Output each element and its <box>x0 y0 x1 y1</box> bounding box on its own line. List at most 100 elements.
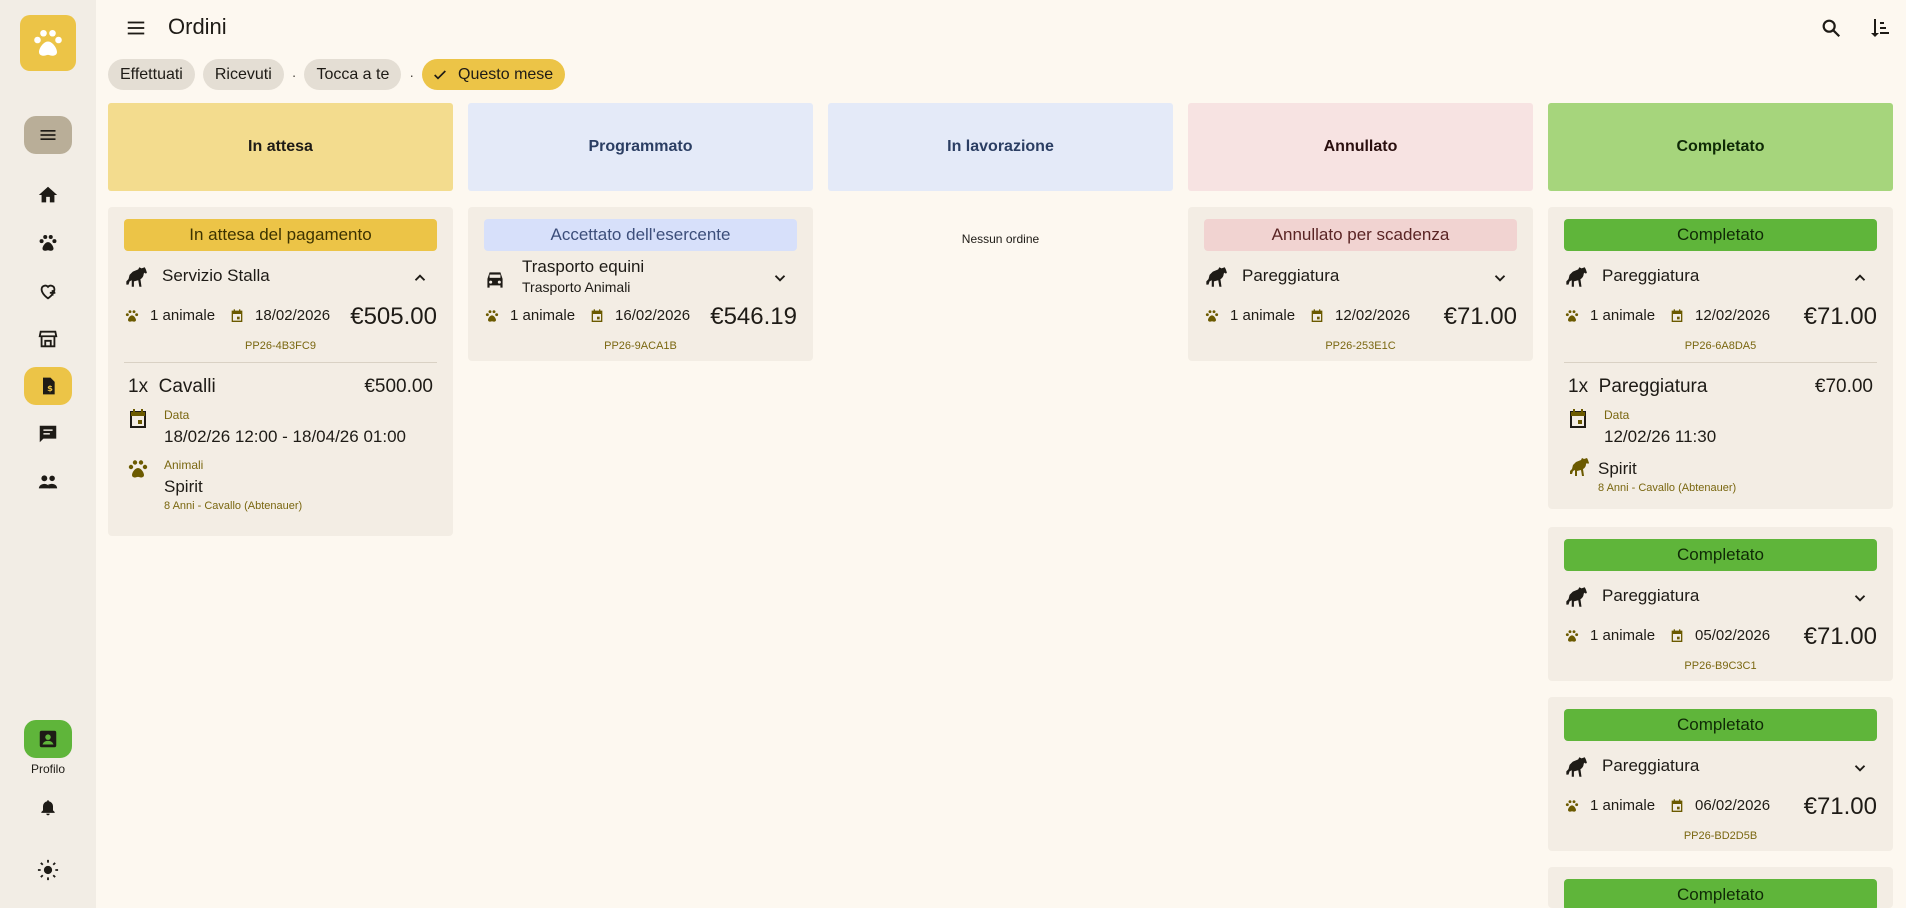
notifications-button[interactable] <box>24 788 72 826</box>
order-card[interactable]: Completato <box>1548 867 1893 908</box>
menu-icon <box>40 130 56 140</box>
healing-icon <box>40 284 56 300</box>
order-code: PP26-6A8DA5 <box>1684 340 1757 352</box>
calendar-icon <box>126 407 150 431</box>
horse-icon <box>1566 455 1590 479</box>
paw-icon <box>484 308 500 324</box>
search-button[interactable] <box>1817 14 1845 42</box>
paw-icon <box>1564 798 1580 814</box>
navigation-rail: $ Profilo <box>0 0 96 908</box>
sort-button[interactable] <box>1866 14 1894 42</box>
filter-chips: Effettuati Ricevuti · Tocca a te · Quest… <box>108 59 566 90</box>
order-meta: 1 animale 18/02/2026 <box>124 307 330 324</box>
order-card[interactable]: Accettato dell'esercente Trasporto equin… <box>468 207 813 361</box>
rail-menu-button[interactable] <box>24 116 72 154</box>
chevron-down-icon[interactable] <box>1851 589 1869 607</box>
animal-count: 1 animale <box>1230 307 1296 324</box>
status-badge: Accettato dell'esercente <box>484 219 797 251</box>
line-item: 1x Pareggiatura <box>1568 376 1707 398</box>
order-code: PP26-253E1C <box>1325 340 1396 352</box>
service-title: Pareggiatura <box>1602 586 1700 605</box>
order-date: 12/02/2026 <box>1335 307 1411 324</box>
chevron-up-icon[interactable] <box>1851 269 1869 287</box>
app-logo <box>20 15 76 71</box>
order-meta: 1 animale 12/02/2026 <box>1204 307 1410 324</box>
calendar-icon <box>1669 798 1685 814</box>
theme-toggle-button[interactable] <box>24 851 72 889</box>
drawer-menu-button[interactable] <box>124 16 148 40</box>
order-card[interactable]: Completato Pareggiatura 1 animale 05/02/… <box>1548 527 1893 681</box>
invoice-icon: $ <box>43 377 55 395</box>
rail-people-button[interactable] <box>24 463 72 501</box>
chip-tocca-a-te[interactable]: Tocca a te <box>304 59 402 90</box>
order-code: PP26-B9C3C1 <box>1684 660 1757 672</box>
horse-icon <box>1202 264 1228 290</box>
menu-icon <box>127 21 145 35</box>
divider <box>124 362 437 363</box>
order-card[interactable]: Completato Pareggiatura 1 animale 06/02/… <box>1548 697 1893 851</box>
calendar-icon <box>1309 308 1325 324</box>
paw-icon <box>39 235 57 251</box>
date-value: 18/02/26 12:00 - 18/04/26 01:00 <box>164 427 406 446</box>
rail-home-button[interactable] <box>24 176 72 214</box>
store-icon <box>38 330 58 348</box>
rail-animals-button[interactable] <box>24 224 72 262</box>
paw-icon <box>1564 628 1580 644</box>
line-name: Pareggiatura <box>1598 376 1708 397</box>
chip-ricevuti[interactable]: Ricevuti <box>202 59 284 90</box>
status-badge: Completato <box>1564 879 1877 908</box>
horse-icon <box>1562 584 1588 610</box>
order-price: €71.00 <box>1443 303 1517 330</box>
animal-count: 1 animale <box>1590 307 1656 324</box>
empty-state: Nessun ordine <box>961 232 1040 246</box>
order-card[interactable]: In attesa del pagamento Servizio Stalla … <box>108 207 453 536</box>
check-icon <box>434 69 446 80</box>
chevron-down-icon[interactable] <box>1851 759 1869 777</box>
date-label: Data <box>1604 408 1630 422</box>
chip-separator: · <box>409 66 415 83</box>
animal-count: 1 animale <box>150 307 216 324</box>
animal-count: 1 animale <box>1590 797 1656 814</box>
car-icon <box>487 272 503 288</box>
sun-icon <box>37 859 59 881</box>
animal-desc: 8 Anni - Cavallo (Abtenauer) <box>1598 482 1737 494</box>
service-subtitle: Trasporto Animali <box>522 279 631 295</box>
rail-store-button[interactable] <box>24 320 72 358</box>
order-card[interactable]: Annullato per scadenza Pareggiatura 1 an… <box>1188 207 1533 361</box>
rail-chat-button[interactable] <box>24 415 72 453</box>
status-badge: Completato <box>1564 219 1877 251</box>
rail-orders-button[interactable]: $ <box>24 367 72 405</box>
animal-count: 1 animale <box>510 307 576 324</box>
chat-icon <box>39 425 57 443</box>
rail-profile-button[interactable] <box>24 720 72 758</box>
line-price: €70.00 <box>1814 376 1873 397</box>
rail-health-button[interactable] <box>24 272 72 310</box>
line-item: 1x Cavalli <box>128 376 216 398</box>
animal-desc: 8 Anni - Cavallo (Abtenauer) <box>164 500 303 512</box>
order-card[interactable]: Completato Pareggiatura 1 animale 12/02/… <box>1548 207 1893 509</box>
status-badge: In attesa del pagamento <box>124 219 437 251</box>
chevron-down-icon[interactable] <box>771 269 789 287</box>
chip-effettuati[interactable]: Effettuati <box>108 59 195 90</box>
sort-icon <box>1871 19 1889 37</box>
paw-icon <box>1564 308 1580 324</box>
chip-questo-mese[interactable]: Questo mese <box>422 59 566 90</box>
column-completato: Completato Completato Pareggiatura 1 ani… <box>1548 103 1893 908</box>
status-badge: Annullato per scadenza <box>1204 219 1517 251</box>
order-date: 18/02/2026 <box>255 307 331 324</box>
column-annullato: Annullato Annullato per scadenza Pareggi… <box>1188 103 1533 361</box>
order-price: €71.00 <box>1803 303 1877 330</box>
order-date: 12/02/2026 <box>1695 307 1771 324</box>
column-header: In lavorazione <box>828 103 1173 191</box>
calendar-icon <box>1669 628 1685 644</box>
order-code: PP26-4B3FC9 <box>245 340 316 352</box>
order-date: 16/02/2026 <box>615 307 691 324</box>
line-qty: 1x <box>128 376 149 397</box>
animal-name: Spirit <box>164 477 203 496</box>
order-meta: 1 animale 16/02/2026 <box>484 307 690 324</box>
column-programmato: Programmato Accettato dell'esercente Tra… <box>468 103 813 361</box>
chevron-down-icon[interactable] <box>1491 269 1509 287</box>
chevron-up-icon[interactable] <box>411 269 429 287</box>
calendar-icon <box>1669 308 1685 324</box>
order-meta: 1 animale 06/02/2026 <box>1564 797 1770 814</box>
